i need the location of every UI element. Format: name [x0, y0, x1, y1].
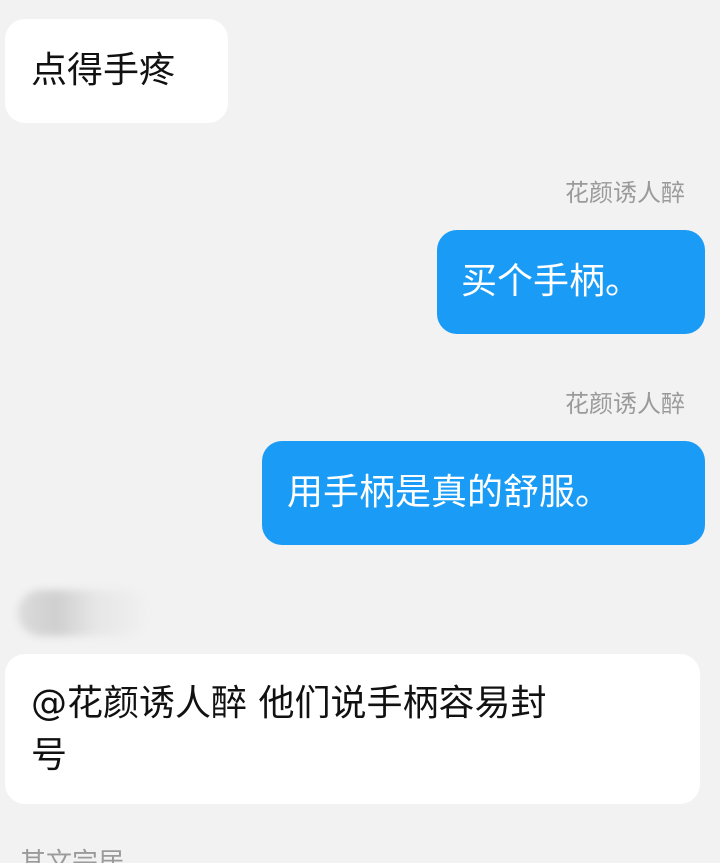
message-text: 买个手柄。 [461, 261, 642, 302]
sender-name: 花颜诱人醉 [565, 179, 685, 207]
message-text-line: 号 [31, 735, 68, 776]
message-text: 点得手疼 [31, 50, 176, 91]
chat-view: 点得手疼 花颜诱人醉 买个手柄。 花颜诱人醉 用手柄是真的舒服。 @花颜诱人醉 … [0, 0, 720, 863]
sender-name: 花颜诱人醉 [565, 390, 685, 418]
incoming-message-bubble[interactable]: @花颜诱人醉 他们说手柄容易封 号 [5, 654, 700, 804]
partial-sender-name: 其文完居 [20, 848, 125, 863]
incoming-message-bubble[interactable]: 点得手疼 [5, 19, 228, 123]
outgoing-message-bubble[interactable]: 用手柄是真的舒服。 [262, 441, 705, 545]
message-text: 用手柄是真的舒服。 [287, 472, 612, 513]
outgoing-message-bubble[interactable]: 买个手柄。 [437, 230, 705, 334]
message-text-line: @花颜诱人醉 他们说手柄容易封 [31, 683, 547, 724]
blurred-sender-name [18, 590, 146, 636]
